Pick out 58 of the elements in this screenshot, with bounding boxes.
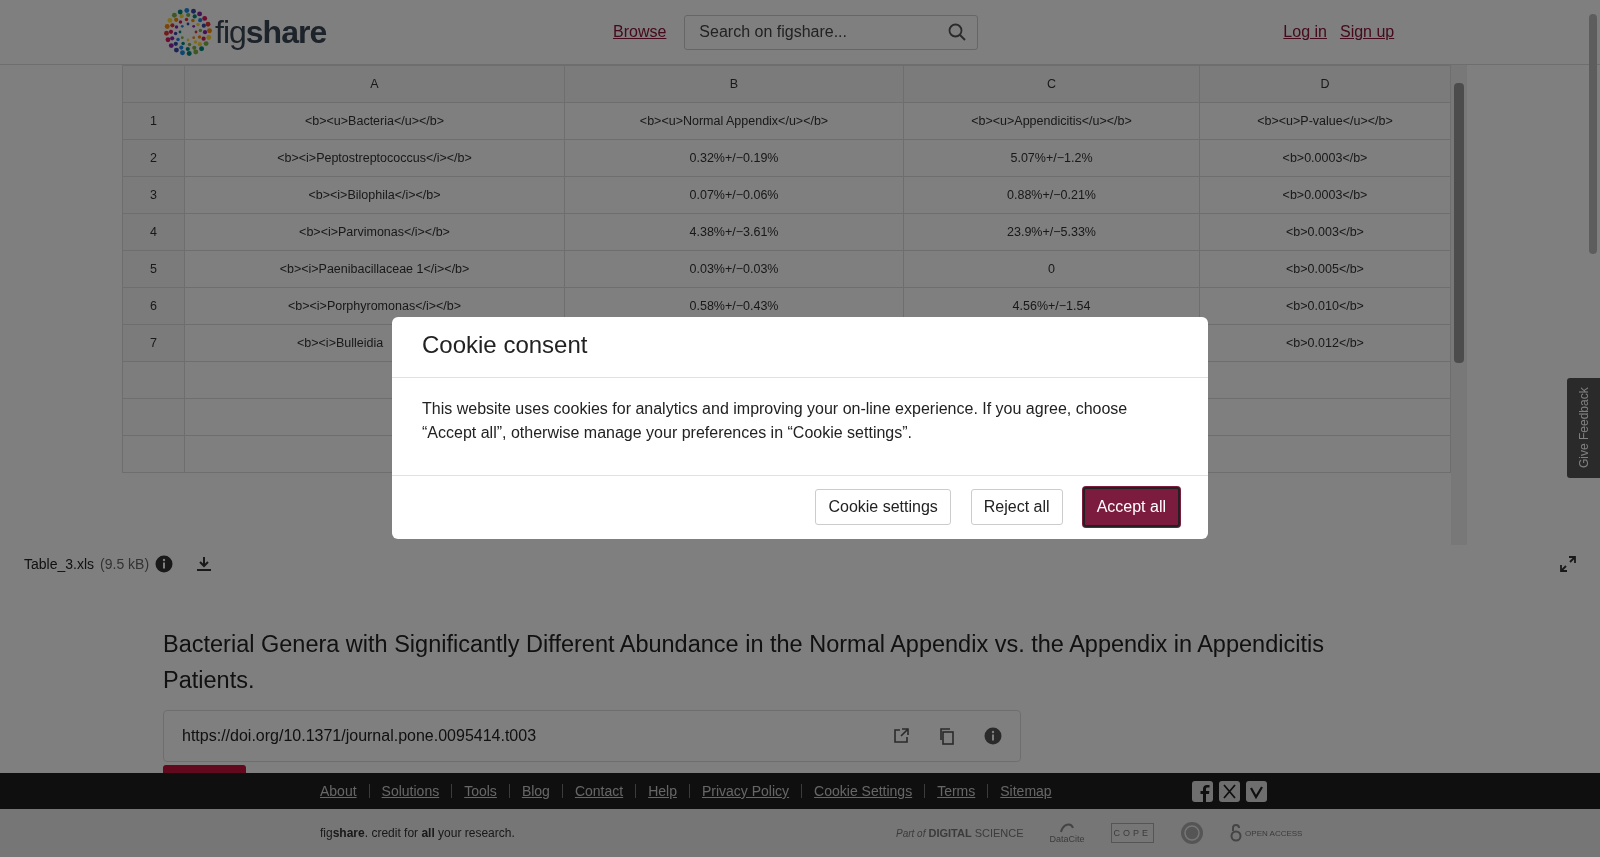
table-cell: <b><i>Parvimonas</i></b>	[184, 213, 565, 251]
row-number: 4	[122, 213, 185, 251]
dialog-message: This website uses cookies for analytics and improving your on-line experience. If you agree, choose “Accept all”, otherwise manage your preferences in “Cookie settings”.	[392, 378, 1208, 476]
table-cell: <b>0.0003</b>	[1199, 176, 1451, 214]
tagline: figshare. credit for all your research.	[320, 826, 516, 840]
row-number: 7	[122, 324, 185, 362]
footer-link[interactable]: Cookie Settings	[814, 783, 913, 799]
table-cell: <b><u>Normal Appendix</u></b>	[564, 102, 904, 140]
accept-button[interactable]: Accept all	[1082, 487, 1180, 527]
table-cell: 0.32%+/−0.19%	[564, 139, 904, 177]
file-name: Table_3.xls	[24, 555, 95, 572]
column-header[interactable]: D	[1199, 65, 1451, 103]
doi-link[interactable]: https://doi.org/10.1371/journal.pone.0095414.t003	[182, 727, 864, 745]
table-cell: <b><u>P-value</u></b>	[1199, 102, 1451, 140]
table-cell: <b><i>Paenibacillaceae 1</i></b>	[184, 250, 565, 288]
dialog-button[interactable]: Cookie settings	[815, 489, 951, 525]
table-cell: <b><u>Appendicitis</u></b>	[903, 102, 1200, 140]
table-cell: 4.38%+/−3.61%	[564, 213, 904, 251]
partner-logo[interactable]: Part of DIGITALSCIENCE	[896, 827, 1024, 839]
dialog-title: Cookie consent	[392, 317, 1208, 378]
footer-link[interactable]: Sitemap	[1000, 783, 1052, 799]
table-cell: 23.9%+/−5.33%	[903, 213, 1200, 251]
column-header[interactable]: A	[184, 65, 565, 103]
footer-link[interactable]: Contact	[574, 783, 624, 799]
file-size: (9.5 kB)	[100, 555, 150, 572]
search-field[interactable]: Search on figshare...	[684, 14, 979, 50]
footer-link[interactable]: Blog	[521, 783, 550, 799]
row-number: 1	[122, 102, 185, 140]
table-cell: <b><u>Bacteria</u></b>	[184, 102, 565, 140]
figshare-logo[interactable]: figshare	[163, 7, 363, 57]
footer-link[interactable]: About	[320, 783, 357, 799]
browse-link[interactable]: Browse	[613, 23, 667, 41]
row-number: 5	[122, 250, 185, 288]
table-cell: 5.07%+/−1.2%	[903, 139, 1200, 177]
article-title: Bacterial Genera with Significantly Different Abundance in the Normal Appendix vs. the Appendix in Appendicitis Patients.	[163, 630, 1325, 695]
table-cell: <b>0.0003</b>	[1199, 139, 1451, 177]
table-cell: 0	[903, 250, 1200, 288]
row-number: 6	[122, 287, 185, 325]
table-cell: <b>0.003</b>	[1199, 213, 1451, 251]
footer-link[interactable]: Solutions	[381, 783, 440, 799]
footer-link[interactable]: Tools	[464, 783, 497, 799]
dialog-button[interactable]: Reject all	[970, 489, 1063, 525]
footer-link[interactable]: Terms	[937, 783, 976, 799]
feedback-tab[interactable]: Give Feedback	[1567, 378, 1600, 478]
login-link[interactable]: Log in	[1283, 23, 1327, 41]
footer-link[interactable]: Privacy Policy	[701, 783, 790, 799]
row-number: 2	[122, 139, 185, 177]
table-cell: 0.88%+/−0.21%	[903, 176, 1200, 214]
column-header[interactable]: C	[903, 65, 1200, 103]
footer-link[interactable]: Help	[648, 783, 677, 799]
table-cell: <b><i>Bilophila</i></b>	[184, 176, 565, 214]
column-header[interactable]: B	[564, 65, 904, 103]
table-cell: 0.03%+/−0.03%	[564, 250, 904, 288]
signup-link[interactable]: Sign up	[1339, 23, 1395, 41]
table-cell: <b>0.005</b>	[1199, 250, 1451, 288]
row-number: 3	[122, 176, 185, 214]
table-cell: 0.07%+/−0.06%	[564, 176, 904, 214]
table-cell: <b><i>Peptostreptococcus</i></b>	[184, 139, 565, 177]
